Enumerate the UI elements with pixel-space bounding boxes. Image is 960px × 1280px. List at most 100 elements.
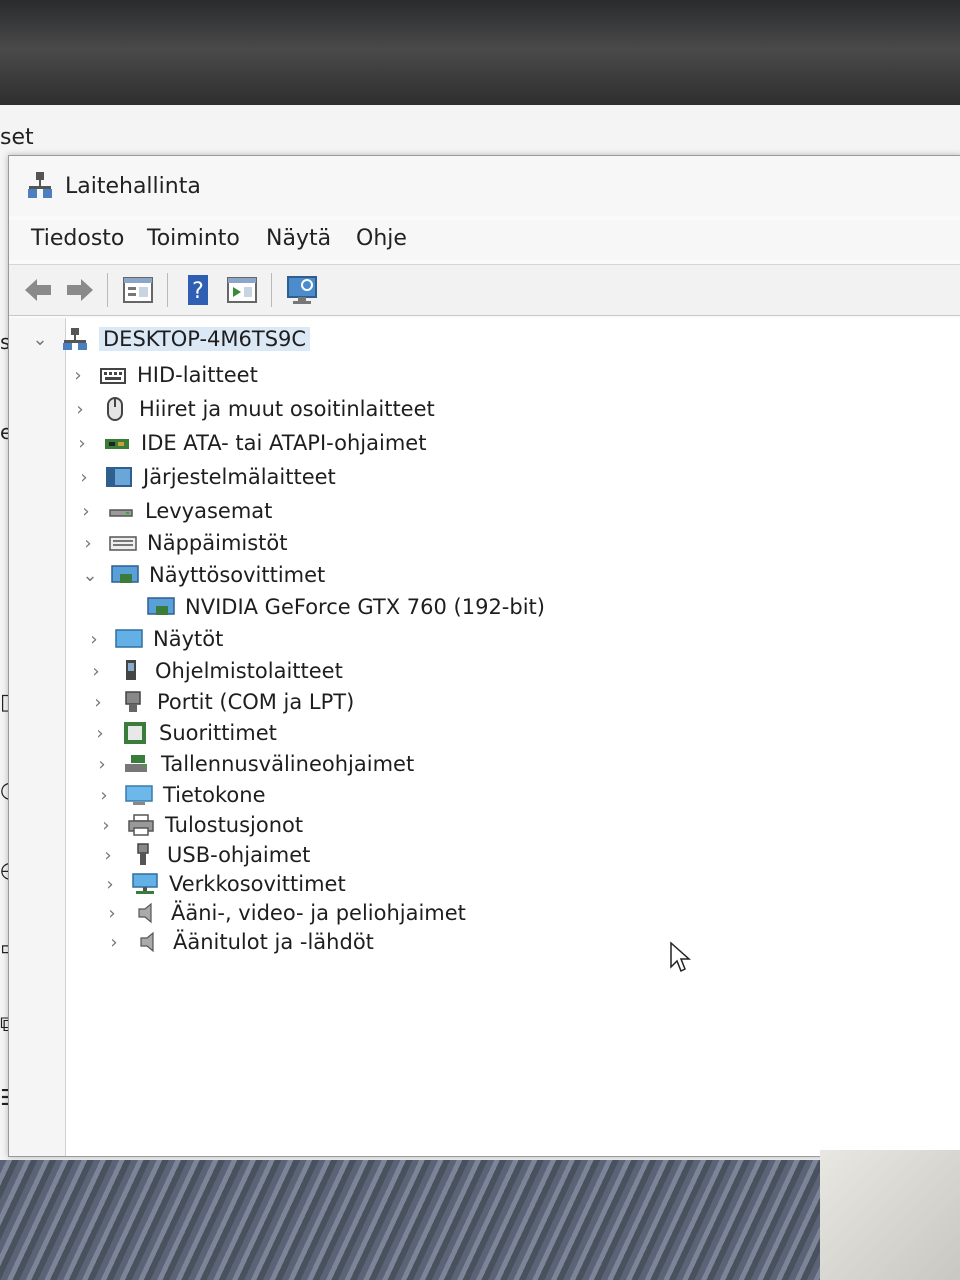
category-label: Levyasemat xyxy=(145,499,273,523)
keyboard-icon xyxy=(109,536,137,551)
display-adapter-icon xyxy=(111,565,139,583)
device-label: NVIDIA GeForce GTX 760 (192-bit) xyxy=(185,595,545,619)
category-label: Tulostusjonot xyxy=(165,813,304,837)
left-pane xyxy=(9,318,65,1156)
tree-category-keyboards[interactable]: › Näppäimistöt xyxy=(79,528,288,558)
category-label: Hiiret ja muut osoitinlaitteet xyxy=(139,397,435,421)
hid-icon xyxy=(100,368,126,384)
tree-category-sound[interactable]: › Ääni-, video- ja peliohjaimet xyxy=(103,898,466,928)
sound-icon xyxy=(138,902,152,924)
tree-category-processors[interactable]: › Suorittimet xyxy=(91,718,277,748)
computer-name: DESKTOP-4M6TS9C xyxy=(99,327,311,351)
device-manager-window: Laitehallinta Tiedosto Toiminto Näytä Oh… xyxy=(8,155,960,1157)
tree-device-gpu[interactable]: NVIDIA GeForce GTX 760 (192-bit) xyxy=(147,592,545,622)
monitor-icon xyxy=(115,629,143,648)
chevron-down-icon[interactable]: ⌄ xyxy=(81,565,99,586)
tree-category-disk-drives[interactable]: › Levyasemat xyxy=(77,496,272,526)
network-adapter-icon xyxy=(132,873,158,894)
port-icon xyxy=(125,691,141,712)
forward-arrow-icon[interactable] xyxy=(63,273,97,307)
chevron-right-icon[interactable]: › xyxy=(103,903,121,924)
chevron-right-icon[interactable]: › xyxy=(89,692,107,713)
help-icon[interactable]: ? xyxy=(181,273,215,307)
toolbar-separator xyxy=(167,273,168,307)
tree-category-ide[interactable]: › IDE ATA- tai ATAPI-ohjaimet xyxy=(73,428,426,458)
tree-category-print-queues[interactable]: › Tulostusjonot xyxy=(97,810,303,840)
device-manager-icon xyxy=(28,172,52,198)
category-label: Portit (COM ja LPT) xyxy=(157,690,355,714)
scan-hardware-icon[interactable] xyxy=(285,273,319,307)
menu-bar: Tiedosto Toiminto Näytä Ohje xyxy=(9,220,960,260)
mouse-icon xyxy=(107,397,123,421)
computer-icon xyxy=(125,785,153,805)
processor-icon xyxy=(124,722,146,744)
category-label: Suorittimet xyxy=(159,721,277,745)
category-label: IDE ATA- tai ATAPI-ohjaimet xyxy=(141,431,427,455)
chevron-right-icon[interactable]: › xyxy=(71,399,89,420)
tree-category-mice[interactable]: › Hiiret ja muut osoitinlaitteet xyxy=(71,394,435,424)
title-bar[interactable]: Laitehallinta xyxy=(9,156,960,216)
print-queue-icon xyxy=(128,814,154,836)
update-driver-icon[interactable] xyxy=(225,273,259,307)
category-label: HID-laitteet xyxy=(137,363,258,387)
toolbar-separator xyxy=(107,273,108,307)
storage-controller-icon xyxy=(125,755,147,772)
tree-category-hid[interactable]: › HID-laitteet xyxy=(69,360,258,390)
menu-view[interactable]: Näytä xyxy=(266,226,331,251)
photo-backdrop-bottom-right xyxy=(820,1150,960,1280)
chevron-right-icon[interactable]: › xyxy=(101,874,119,895)
menu-action[interactable]: Toiminto xyxy=(147,226,240,251)
category-label: Tallennusvälineohjaimet xyxy=(161,752,415,776)
tree-category-system[interactable]: › Järjestelmälaitteet xyxy=(75,462,336,492)
software-device-icon xyxy=(126,660,136,680)
display-adapter-icon xyxy=(147,597,175,615)
chevron-right-icon[interactable]: › xyxy=(93,754,111,775)
tree-category-storage-controllers[interactable]: › Tallennusvälineohjaimet xyxy=(93,749,414,779)
mouse-pointer-icon xyxy=(670,941,691,973)
tree-category-ports[interactable]: › Portit (COM ja LPT) xyxy=(89,687,354,717)
tree-category-monitors[interactable]: › Näytöt xyxy=(85,624,223,654)
background-window-title-fragment: set xyxy=(0,125,34,150)
chevron-right-icon[interactable]: › xyxy=(69,365,87,386)
chevron-right-icon[interactable]: › xyxy=(85,629,103,650)
chevron-right-icon[interactable]: › xyxy=(99,845,117,866)
tree-root[interactable]: ⌄ DESKTOP-4M6TS9C xyxy=(31,324,311,354)
tree-category-software-devices[interactable]: › Ohjelmistolaitteet xyxy=(87,656,343,686)
tree-category-network-adapters[interactable]: › Verkkosovittimet xyxy=(101,869,346,899)
tree-category-display-adapters[interactable]: ⌄ Näyttösovittimet xyxy=(81,560,325,590)
tree-category-audio-io[interactable]: › Äänitulot ja -lähdöt xyxy=(105,927,374,957)
category-label: Verkkosovittimet xyxy=(169,872,346,896)
category-label: Näytöt xyxy=(153,627,224,651)
chevron-right-icon[interactable]: › xyxy=(77,501,95,522)
category-label: Tietokone xyxy=(163,783,266,807)
toolbar-separator xyxy=(271,273,272,307)
chevron-right-icon[interactable]: › xyxy=(105,932,123,953)
chevron-right-icon[interactable]: › xyxy=(95,785,113,806)
chevron-right-icon[interactable]: › xyxy=(79,533,97,554)
photo-backdrop-top xyxy=(0,0,960,110)
properties-icon[interactable] xyxy=(121,273,155,307)
disk-drive-icon xyxy=(109,509,133,517)
chevron-right-icon[interactable]: › xyxy=(87,661,105,682)
window-title: Laitehallinta xyxy=(65,174,201,199)
chevron-right-icon[interactable]: › xyxy=(73,433,91,454)
tree-category-usb[interactable]: › USB-ohjaimet xyxy=(99,840,310,870)
system-device-icon xyxy=(106,467,132,487)
category-label: Näyttösovittimet xyxy=(149,563,326,587)
usb-icon xyxy=(137,843,149,865)
ide-controller-icon xyxy=(105,439,129,449)
category-label: Ohjelmistolaitteet xyxy=(155,659,343,683)
menu-file[interactable]: Tiedosto xyxy=(31,226,124,251)
tree-category-computer[interactable]: › Tietokone xyxy=(95,780,266,810)
chevron-down-icon[interactable]: ⌄ xyxy=(31,329,49,350)
photo-backdrop-bottom xyxy=(0,1160,960,1280)
category-label: Näppäimistöt xyxy=(147,531,288,555)
category-label: USB-ohjaimet xyxy=(167,843,311,867)
chevron-right-icon[interactable]: › xyxy=(97,815,115,836)
category-label: Järjestelmälaitteet xyxy=(143,465,336,489)
chevron-right-icon[interactable]: › xyxy=(91,723,109,744)
back-arrow-icon[interactable] xyxy=(21,273,55,307)
chevron-right-icon[interactable]: › xyxy=(75,467,93,488)
category-label: Ääni-, video- ja peliohjaimet xyxy=(171,901,466,925)
menu-help[interactable]: Ohje xyxy=(356,226,407,251)
